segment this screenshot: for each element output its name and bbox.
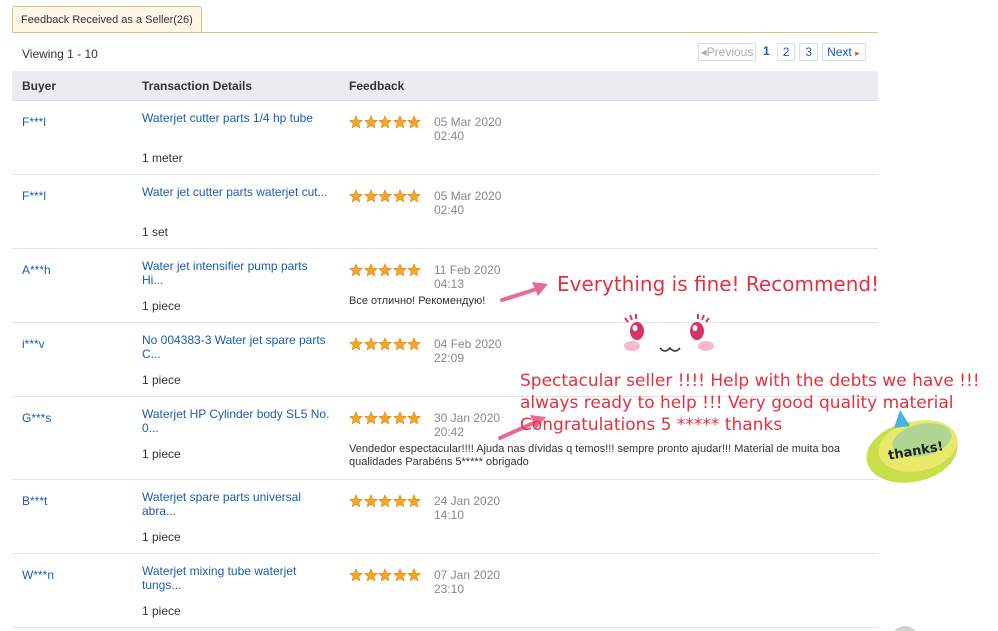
kawaii-face-icon bbox=[624, 314, 714, 352]
translation-russian: Everything is fine! Recommend! bbox=[557, 272, 880, 296]
arrow-icon bbox=[500, 282, 548, 302]
scroll-button-icon bbox=[894, 626, 916, 631]
translation-portuguese: Spectacular seller !!!! Help with the de… bbox=[520, 371, 980, 435]
annotation-layer bbox=[498, 282, 958, 631]
